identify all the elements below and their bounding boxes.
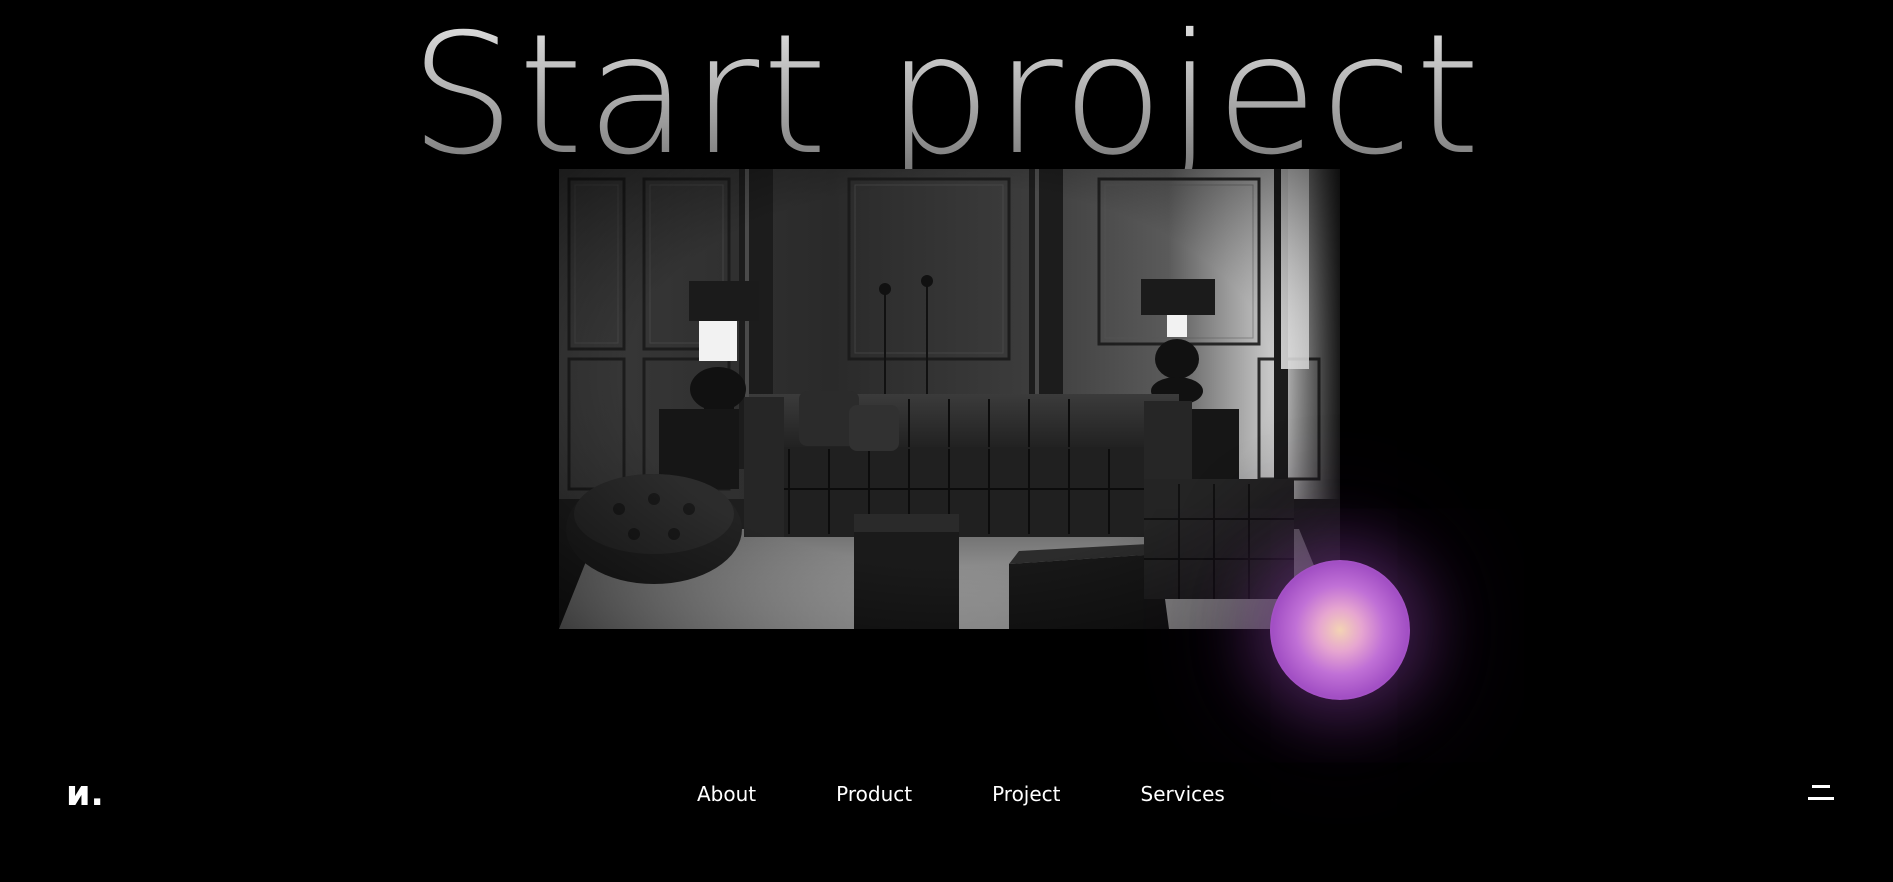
menu-bar-top bbox=[1812, 785, 1830, 788]
menu-bar-bottom bbox=[1808, 797, 1834, 800]
glow-orb-icon bbox=[1270, 560, 1410, 700]
menu-icon[interactable] bbox=[1808, 781, 1834, 805]
nav-link-services[interactable]: Services bbox=[1141, 782, 1225, 806]
main-navigation: и. About Product Project Services bbox=[0, 770, 1893, 820]
nav-links: About Product Project Services bbox=[697, 782, 1225, 806]
hero-image bbox=[559, 169, 1340, 629]
nav-link-about[interactable]: About bbox=[697, 782, 756, 806]
hero-title: Start project bbox=[0, 6, 1893, 186]
nav-link-product[interactable]: Product bbox=[836, 782, 912, 806]
living-room-illustration bbox=[559, 169, 1340, 629]
brand-logo[interactable]: и. bbox=[66, 774, 104, 814]
nav-link-project[interactable]: Project bbox=[992, 782, 1060, 806]
